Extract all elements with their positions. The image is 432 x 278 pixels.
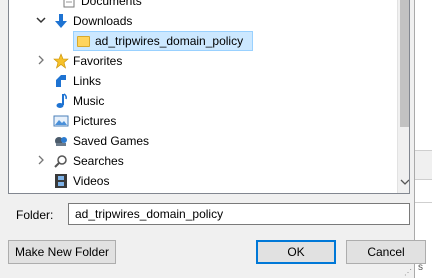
tree-item-label: Favorites bbox=[73, 54, 123, 68]
folder-tree[interactable]: Documents Downloads ad_tripwires_domain_… bbox=[8, 0, 410, 194]
ok-button[interactable]: OK bbox=[256, 240, 336, 264]
browse-folder-dialog: Documents Downloads ad_tripwires_domain_… bbox=[0, 0, 426, 278]
tree-item-music[interactable]: Music bbox=[9, 91, 389, 111]
chevron-down-icon[interactable] bbox=[35, 15, 47, 27]
tree-item-selected-folder[interactable]: ad_tripwires_domain_policy bbox=[9, 31, 389, 51]
tree-item-label: Music bbox=[73, 94, 105, 108]
tree-item-pictures[interactable]: Pictures bbox=[9, 111, 389, 131]
tree-item-label: Searches bbox=[73, 154, 124, 168]
links-icon bbox=[53, 73, 69, 89]
video-film-icon bbox=[53, 173, 69, 189]
documents-icon bbox=[61, 0, 77, 9]
tree-item-label: Saved Games bbox=[73, 134, 150, 148]
tree-item-label: Videos bbox=[73, 174, 110, 188]
background-divider bbox=[414, 202, 432, 203]
chevron-right-icon[interactable] bbox=[35, 155, 47, 167]
background-toolbar-strip bbox=[414, 150, 432, 180]
tree-item-label: Documents bbox=[81, 0, 142, 8]
download-arrow-icon bbox=[53, 13, 69, 29]
search-icon bbox=[53, 153, 69, 169]
folder-name-input[interactable]: ad_tripwires_domain_policy bbox=[68, 203, 410, 225]
scrollbar-thumb[interactable] bbox=[400, 0, 409, 127]
tree-item-downloads[interactable]: Downloads bbox=[9, 11, 389, 31]
scroll-down-icon[interactable] bbox=[398, 175, 409, 191]
tree-item-label: Links bbox=[73, 74, 102, 88]
tree-item-label: ad_tripwires_domain_policy bbox=[95, 34, 244, 48]
tree-item-searches[interactable]: Searches bbox=[9, 151, 389, 171]
tree-item-documents[interactable]: Documents bbox=[9, 0, 389, 11]
background-window: Fi s bbox=[414, 0, 432, 278]
tree-item-favorites[interactable]: Favorites bbox=[9, 51, 389, 71]
pictures-icon bbox=[53, 113, 69, 129]
tree-item-label: Pictures bbox=[73, 114, 117, 128]
tree-scrollbar[interactable] bbox=[397, 0, 409, 193]
saved-games-icon bbox=[53, 133, 69, 149]
tree-item-saved-games[interactable]: Saved Games bbox=[9, 131, 389, 151]
cancel-button[interactable]: Cancel bbox=[346, 240, 426, 264]
tree-item-label: Downloads bbox=[73, 14, 133, 28]
tree-item-links[interactable]: Links bbox=[9, 71, 389, 91]
folder-icon bbox=[75, 33, 91, 49]
folder-field-label: Folder: bbox=[16, 208, 54, 222]
star-icon bbox=[53, 53, 69, 69]
chevron-right-icon[interactable] bbox=[35, 55, 47, 67]
make-new-folder-button[interactable]: Make New Folder bbox=[8, 240, 116, 264]
resize-grip-icon[interactable]: ⋰ bbox=[404, 268, 414, 278]
music-note-icon bbox=[53, 93, 69, 109]
tree-item-videos[interactable]: Videos bbox=[9, 171, 389, 191]
